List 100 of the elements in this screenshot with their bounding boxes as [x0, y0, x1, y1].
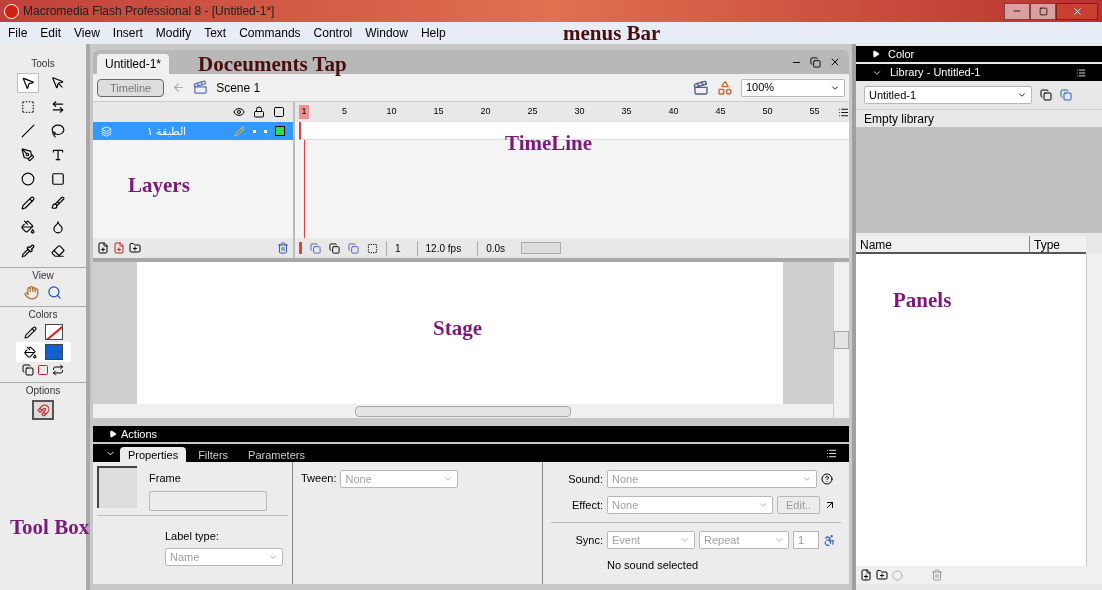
colors-label: Colors	[0, 306, 86, 322]
frame-number: 55	[808, 105, 821, 119]
sound-label: Sound:	[567, 471, 603, 487]
frame-number: 35	[620, 105, 633, 119]
menu-item[interactable]: Insert	[112, 24, 143, 42]
column-header[interactable]: Name	[856, 236, 1030, 252]
frame-number: 30	[573, 105, 586, 119]
collapsed-arrow-icon	[109, 430, 117, 438]
minimize-button[interactable]	[1004, 2, 1030, 20]
annotation-label: Doceuments Tap	[198, 54, 347, 75]
effect-label: Effect:	[571, 497, 603, 513]
panel-menu-icon[interactable]	[826, 448, 837, 459]
annotation-label: Panels	[893, 290, 952, 311]
close-icon	[1071, 5, 1083, 17]
frame-number: 5	[341, 105, 348, 119]
library-dropdown[interactable]: Untitled-1	[864, 86, 1032, 104]
add-guide-icon[interactable]	[113, 242, 125, 254]
options-label: Options	[0, 382, 86, 398]
sync-label: Sync:	[574, 532, 603, 548]
annotation-label: TimeLine	[505, 133, 593, 154]
current-frame: 1	[386, 240, 409, 256]
help-icon[interactable]	[821, 473, 833, 485]
frame-number: 10	[385, 105, 398, 119]
zoom-icon[interactable]	[47, 285, 62, 300]
scene-label: Scene 1	[216, 79, 262, 97]
column-header[interactable]: Type	[1030, 236, 1086, 252]
stroke-color-swatch[interactable]	[44, 324, 63, 340]
accessibility-icon[interactable]	[823, 533, 836, 547]
window-title: Macromedia Flash Professional 8 - [Untitled-1*]	[23, 3, 276, 20]
stage-horizontal-scrollbar[interactable]	[355, 405, 571, 417]
frame-rate: 12.0 fps	[416, 240, 470, 256]
annotation-label: Layers	[128, 175, 190, 196]
sound-status: No sound selected	[606, 558, 700, 573]
annotation-label: menus Bar	[563, 23, 661, 44]
frame-number: 20	[479, 105, 492, 119]
stroke-pencil-icon	[23, 325, 37, 339]
frame-number: 50	[761, 105, 774, 119]
flash-logo-icon	[4, 3, 19, 19]
library-scrollbar[interactable]	[1086, 254, 1102, 566]
frame-number: 40	[667, 105, 680, 119]
tween-label: Tween:	[301, 471, 337, 486]
actions-panel-header[interactable]: Actions	[93, 426, 849, 442]
horizontal-scrollbar[interactable]	[521, 242, 562, 254]
onion-markers-icon[interactable]	[367, 242, 378, 254]
insert-folder-icon[interactable]	[129, 242, 141, 254]
edit-scene-icon[interactable]	[693, 79, 709, 96]
menu-item[interactable]: Commands	[239, 24, 301, 42]
frame-number: 1	[299, 105, 309, 119]
menu-item[interactable]: Text	[204, 24, 227, 42]
layer-color-icon	[275, 126, 285, 136]
annotation-label: Tool Box	[10, 517, 90, 538]
snap-magnet-button[interactable]	[32, 400, 54, 420]
tools-title: Tools	[31, 57, 55, 71]
hand-icon[interactable]	[24, 285, 39, 300]
lock-icon[interactable]	[253, 106, 265, 118]
new-symbol-icon[interactable]	[860, 569, 872, 581]
color-panel-header[interactable]: Color	[856, 46, 1102, 62]
outline-icon[interactable]	[273, 106, 285, 118]
menu-item[interactable]: Edit	[40, 24, 62, 42]
menu-item[interactable]: File	[8, 24, 28, 42]
library-panel-header[interactable]: Library - Untitled-1	[856, 64, 1102, 81]
properties-tab[interactable]: Properties	[120, 447, 187, 462]
menu-item[interactable]: Help	[420, 24, 446, 42]
menu-item[interactable]: Modify	[155, 24, 192, 42]
swap-colors-icon[interactable]	[52, 364, 64, 376]
maximize-button[interactable]	[1030, 2, 1056, 20]
view-label: View	[0, 267, 86, 283]
trash-icon[interactable]	[277, 242, 289, 254]
edit-symbols-icon[interactable]	[717, 79, 733, 96]
properties-tab[interactable]: Parameters	[240, 447, 313, 462]
elapsed-time: 0.0s	[477, 240, 514, 256]
frame-name-field[interactable]	[149, 490, 267, 511]
collapsed-arrow-icon	[872, 50, 880, 58]
menu-item[interactable]: Control	[313, 24, 353, 42]
frame-thumbnail-icon	[97, 466, 137, 508]
menu-item[interactable]: Window	[365, 24, 408, 42]
menu-item[interactable]: View	[74, 24, 100, 42]
frame-number: 45	[714, 105, 727, 119]
fill-bucket-icon	[23, 345, 37, 359]
frame-number: 25	[526, 105, 539, 119]
properties-tab[interactable]: Filters	[190, 447, 237, 462]
new-folder-icon[interactable]	[876, 569, 888, 581]
label-type-label: Label type:	[165, 528, 220, 544]
no-color-icon[interactable]	[37, 364, 49, 376]
insert-layer-icon[interactable]	[97, 242, 109, 254]
zoom-dropdown[interactable]: 100%	[741, 78, 845, 97]
timeline-toggle-button[interactable]: Timeline	[97, 78, 165, 97]
scene-icon	[193, 80, 209, 95]
annotation-label: Stage	[433, 318, 482, 339]
frame-number: 15	[432, 105, 445, 119]
document-tab[interactable]: Untitled-1*	[97, 54, 170, 74]
restore-icon[interactable]	[810, 56, 821, 68]
layer-icon	[101, 125, 112, 137]
timeline-menu-icon[interactable]	[838, 106, 849, 118]
eye-icon[interactable]	[233, 106, 245, 118]
frame-label: Frame	[149, 471, 182, 486]
stage-vertical-scrollbar[interactable]	[833, 262, 849, 418]
maximize-icon	[1038, 6, 1048, 16]
close-icon[interactable]	[829, 56, 841, 68]
fill-color-swatch[interactable]	[44, 344, 63, 360]
